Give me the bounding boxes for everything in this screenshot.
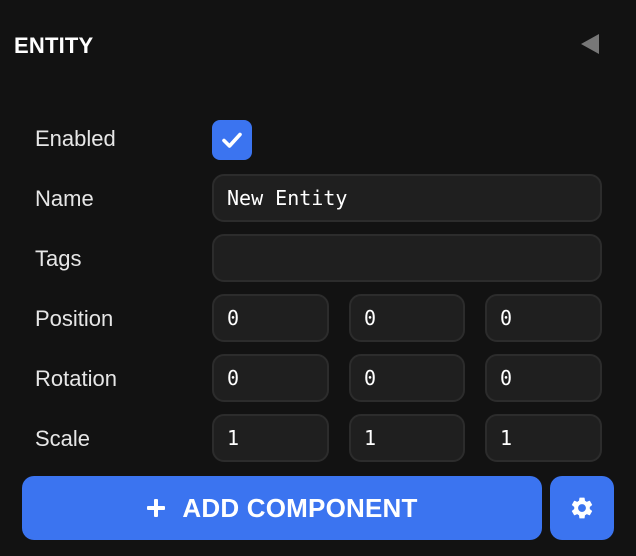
position-row: Position 0 0 0: [0, 294, 636, 342]
position-z-input[interactable]: 0: [485, 294, 602, 342]
rotation-label: Rotation: [35, 366, 117, 391]
panel-header: ENTITY: [0, 0, 636, 88]
scale-z-input[interactable]: 1: [485, 414, 602, 462]
rotation-z-input[interactable]: 0: [485, 354, 602, 402]
collapse-button[interactable]: [574, 28, 606, 60]
checkmark-icon: [222, 132, 242, 148]
position-x-input[interactable]: 0: [212, 294, 329, 342]
rotation-row: Rotation 0 0 0: [0, 354, 636, 402]
enabled-label: Enabled: [35, 126, 116, 151]
rotation-x-input[interactable]: 0: [212, 354, 329, 402]
name-row: Name New Entity: [0, 174, 636, 222]
scale-label: Scale: [35, 426, 91, 451]
entity-panel: ENTITY Enabled Name New Entity Tags Posi…: [0, 0, 636, 556]
add-component-label: ADD COMPONENT: [182, 492, 418, 523]
enabled-checkbox[interactable]: [212, 120, 252, 160]
enabled-row: Enabled: [0, 114, 636, 162]
scale-y-input[interactable]: 1: [349, 414, 465, 462]
tags-row: Tags: [0, 234, 636, 282]
position-y-input[interactable]: 0: [349, 294, 465, 342]
triangle-left-icon: [581, 34, 599, 54]
scale-row: Scale 1 1 1: [0, 414, 636, 462]
plus-icon: [146, 498, 166, 518]
name-label: Name: [35, 186, 94, 211]
gear-icon: [571, 497, 593, 519]
name-input[interactable]: New Entity: [212, 174, 602, 222]
tags-label: Tags: [35, 246, 82, 271]
add-component-button[interactable]: ADD COMPONENT: [22, 476, 542, 540]
position-label: Position: [35, 306, 114, 331]
panel-title: ENTITY: [14, 33, 94, 58]
settings-button[interactable]: [550, 476, 614, 540]
tags-input[interactable]: [212, 234, 602, 282]
scale-x-input[interactable]: 1: [212, 414, 329, 462]
rotation-y-input[interactable]: 0: [349, 354, 465, 402]
